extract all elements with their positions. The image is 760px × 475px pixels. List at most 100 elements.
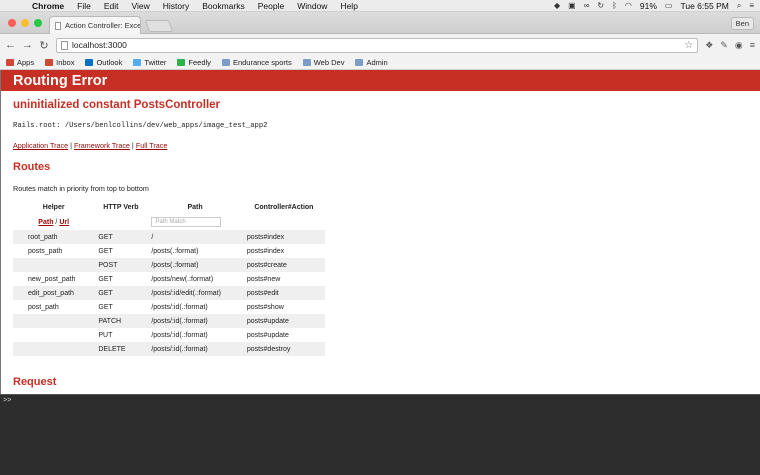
menu-edit[interactable]: Edit bbox=[104, 1, 119, 11]
bookmarks-bar: Apps Inbox Outlook Twitter Feedly Endura… bbox=[0, 56, 760, 70]
menu-people[interactable]: People bbox=[258, 1, 284, 11]
application-trace-link[interactable]: Application Trace bbox=[13, 141, 68, 150]
route-verb: DELETE bbox=[94, 342, 148, 356]
spotlight-search-icon[interactable]: ⌕ bbox=[737, 1, 741, 11]
route-path: / bbox=[147, 230, 243, 244]
route-path: /posts/:id(.:format) bbox=[147, 314, 243, 328]
route-path: /posts/new(.:format) bbox=[151, 275, 214, 283]
menu-window[interactable]: Window bbox=[297, 1, 327, 11]
extension-icon[interactable]: ❖ bbox=[705, 40, 713, 51]
route-action: posts#index bbox=[246, 247, 285, 255]
route-path: /posts(.:format) bbox=[151, 247, 199, 255]
route-path: /posts/:id(.:format) bbox=[151, 303, 208, 311]
error-message: uninitialized constant PostsController bbox=[13, 99, 221, 111]
routes-heading: Routes bbox=[13, 161, 51, 173]
close-window-icon[interactable] bbox=[8, 19, 16, 27]
bookmark-outlook[interactable]: Outlook bbox=[85, 58, 122, 67]
route-action: posts#update bbox=[242, 314, 325, 328]
bookmark-web-dev[interactable]: Web Dev bbox=[302, 58, 344, 67]
route-helper bbox=[13, 258, 95, 272]
route-verb: GET bbox=[98, 247, 113, 255]
route-path: /posts/:id(.:format) bbox=[147, 342, 243, 356]
path-match-input[interactable]: Path Match bbox=[151, 217, 222, 227]
battery-icon[interactable]: ▭ bbox=[665, 1, 673, 10]
browser-tab[interactable]: Action Controller: Exceptio × bbox=[49, 16, 141, 34]
gmail-icon bbox=[45, 59, 54, 66]
menu-view[interactable]: View bbox=[131, 1, 149, 11]
window-controls bbox=[8, 19, 42, 27]
routes-table: Helper HTTP Verb Path Controller#Action … bbox=[13, 201, 325, 356]
terminal-pane[interactable]: >> bbox=[0, 394, 760, 475]
route-action: posts#update bbox=[246, 331, 289, 339]
bookmark-endurance-sports[interactable]: Endurance sports bbox=[221, 58, 292, 67]
path-helper-link[interactable]: Path bbox=[38, 219, 53, 226]
sync-icon[interactable]: ↻ bbox=[597, 1, 604, 10]
route-action: posts#create bbox=[242, 258, 325, 272]
col-path: Path bbox=[187, 204, 203, 211]
page-icon bbox=[55, 21, 61, 30]
route-action: posts#show bbox=[246, 303, 284, 311]
route-helper bbox=[13, 328, 94, 342]
menu-file[interactable]: File bbox=[77, 1, 91, 11]
route-helper bbox=[13, 314, 95, 328]
clock[interactable]: Tue 6:55 PM bbox=[680, 1, 728, 11]
bookmark-apps[interactable]: Apps bbox=[6, 58, 34, 67]
address-text: localhost:3000 bbox=[72, 40, 127, 50]
forward-icon[interactable]: → bbox=[22, 39, 33, 51]
route-verb: GET bbox=[94, 286, 148, 300]
route-row: posts_path GET/posts(.:format) posts#index bbox=[13, 244, 325, 258]
menu-icon[interactable]: ≡ bbox=[750, 40, 755, 50]
apps-icon bbox=[6, 59, 14, 66]
route-row: POST/posts(.:format) posts#create bbox=[13, 258, 325, 272]
routes-note: Routes match in priority from top to bot… bbox=[13, 184, 149, 193]
bookmark-star-icon[interactable]: ☆ bbox=[684, 40, 693, 51]
col-controller-action: Controller#Action bbox=[254, 204, 314, 211]
route-action: posts#new bbox=[246, 275, 281, 283]
zoom-window-icon[interactable] bbox=[34, 19, 42, 27]
url-helper-link[interactable]: Url bbox=[59, 219, 69, 226]
framework-trace-link[interactable]: Framework Trace bbox=[74, 141, 130, 150]
dropbox-icon[interactable]: ◆ bbox=[554, 1, 560, 10]
tab-strip: Action Controller: Exceptio × Ben bbox=[0, 12, 760, 34]
route-verb: GET bbox=[98, 275, 113, 283]
mac-menubar: Chrome File Edit View History Bookmarks … bbox=[0, 0, 760, 12]
menu-app-name[interactable]: Chrome bbox=[32, 1, 64, 11]
route-row: edit_post_path GET/posts/:id/edit(.:forma… bbox=[13, 286, 325, 300]
route-helper: edit_post_path bbox=[13, 286, 95, 300]
folder-icon bbox=[302, 59, 311, 66]
wifi-icon[interactable]: ◠ bbox=[625, 1, 632, 10]
folder-icon bbox=[355, 59, 364, 66]
notification-center-icon[interactable]: ≡ bbox=[749, 1, 754, 10]
twitter-icon bbox=[133, 59, 142, 66]
bluetooth-icon[interactable]: ᛒ bbox=[612, 1, 617, 10]
route-helper: post_path bbox=[28, 303, 59, 311]
route-action: posts#edit bbox=[242, 286, 325, 300]
bookmark-twitter[interactable]: Twitter bbox=[133, 58, 166, 67]
folder-icon bbox=[221, 59, 230, 66]
helper-toggle: Path / Url bbox=[38, 218, 70, 226]
bookmark-feedly[interactable]: Feedly bbox=[177, 58, 211, 67]
reload-icon[interactable]: ↻ bbox=[39, 39, 49, 52]
feedly-icon bbox=[177, 59, 186, 66]
bookmark-inbox[interactable]: Inbox bbox=[45, 58, 74, 67]
extension-icon[interactable]: ◉ bbox=[735, 40, 743, 51]
route-verb: PUT bbox=[98, 331, 113, 339]
route-verb: GET bbox=[98, 303, 113, 311]
evernote-icon[interactable]: ▣ bbox=[568, 1, 576, 10]
minimize-window-icon[interactable] bbox=[21, 19, 29, 27]
profile-button[interactable]: Ben bbox=[730, 17, 754, 30]
page-viewport[interactable]: Routing Error uninitialized constant Pos… bbox=[0, 70, 760, 394]
menu-help[interactable]: Help bbox=[340, 1, 357, 11]
address-bar[interactable]: localhost:3000 ☆ bbox=[56, 37, 699, 53]
back-icon[interactable]: ← bbox=[5, 39, 16, 51]
bookmark-admin[interactable]: Admin bbox=[355, 58, 388, 67]
trace-links: Application Trace | Framework Trace | Fu… bbox=[13, 141, 168, 150]
eyedropper-icon[interactable]: ✎ bbox=[720, 40, 728, 51]
full-trace-link[interactable]: Full Trace bbox=[136, 141, 168, 150]
menu-history[interactable]: History bbox=[163, 1, 189, 11]
page-header: Routing Error bbox=[1, 70, 760, 91]
battery-percent: 91% bbox=[639, 0, 657, 11]
menu-bookmarks[interactable]: Bookmarks bbox=[202, 1, 245, 11]
new-tab-button[interactable] bbox=[144, 20, 174, 32]
glasses-icon[interactable]: ∞ bbox=[584, 1, 590, 10]
